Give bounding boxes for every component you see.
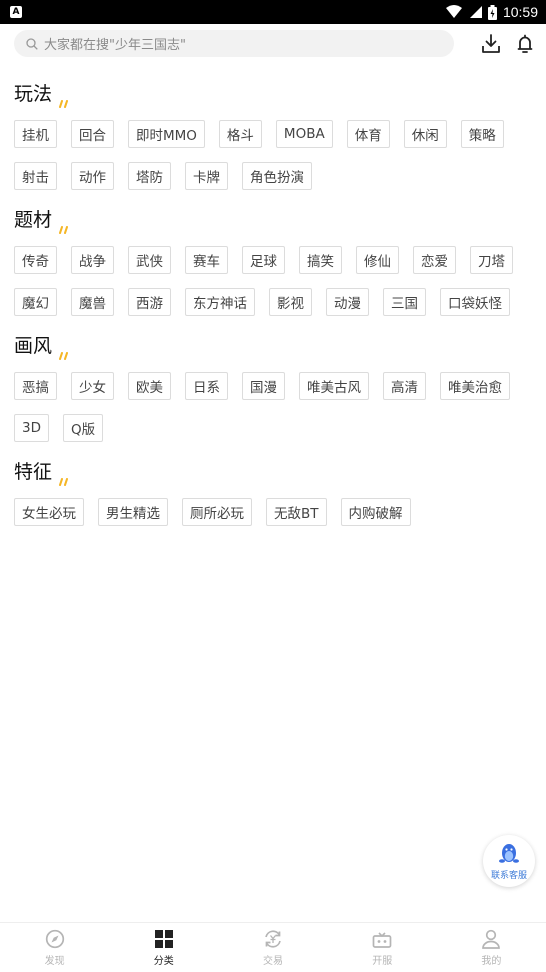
battery-icon bbox=[487, 4, 497, 20]
app-notification-icon: A bbox=[10, 6, 22, 18]
search-placeholder: 大家都在搜"少年三国志" bbox=[44, 38, 186, 53]
tag-for-girls[interactable]: 女生必玩 bbox=[14, 498, 84, 526]
tag-ancient-style[interactable]: 唯美古风 bbox=[299, 372, 369, 400]
tag-xiuxian[interactable]: 修仙 bbox=[356, 246, 399, 274]
tag-anime[interactable]: 动漫 bbox=[326, 288, 369, 316]
nav-server[interactable]: 开服 bbox=[328, 923, 437, 972]
tag-wuxia[interactable]: 武侠 bbox=[128, 246, 171, 274]
tag-strategy[interactable]: 策略 bbox=[460, 120, 504, 148]
nav-label: 发现 bbox=[44, 955, 65, 967]
tag-moba[interactable]: MOBA bbox=[275, 120, 333, 148]
tag-sports[interactable]: 体育 bbox=[346, 120, 390, 148]
nav-mine[interactable]: 我的 bbox=[437, 923, 546, 972]
section-title-text: 特征 bbox=[14, 461, 53, 483]
tag-3d[interactable]: 3D bbox=[14, 414, 49, 442]
category-content: 玩法 挂机 回合 即时MMO 格斗 MOBA 体育 休闲 策略 射击 动作 塔防… bbox=[0, 64, 546, 526]
tag-football[interactable]: 足球 bbox=[242, 246, 285, 274]
tag-racing[interactable]: 赛车 bbox=[185, 246, 228, 274]
accent-mark-icon bbox=[59, 100, 69, 108]
customer-service-label: 联系客服 bbox=[490, 871, 527, 881]
tag-list: 恶搞 少女 欧美 日系 国漫 唯美古风 高清 唯美治愈 3D Q版 bbox=[14, 372, 532, 442]
bell-icon[interactable] bbox=[513, 32, 537, 56]
tag-journey-west[interactable]: 西游 bbox=[128, 288, 171, 316]
tag-list: 女生必玩 男生精选 厕所必玩 无敌BT 内购破解 bbox=[14, 498, 532, 526]
tag-film[interactable]: 影视 bbox=[269, 288, 312, 316]
clock: 10:59 bbox=[502, 4, 538, 20]
accent-mark-icon bbox=[59, 478, 69, 486]
tag-pocket-monster[interactable]: 口袋妖怪 bbox=[440, 288, 510, 316]
tag-toilet[interactable]: 厕所必玩 bbox=[182, 498, 252, 526]
tag-fantasy[interactable]: 魔幻 bbox=[14, 288, 57, 316]
accent-mark-icon bbox=[59, 226, 69, 234]
section-title: 玩法 bbox=[14, 64, 532, 120]
tag-action[interactable]: 动作 bbox=[71, 162, 114, 190]
section-gameplay: 玩法 挂机 回合 即时MMO 格斗 MOBA 体育 休闲 策略 射击 动作 塔防… bbox=[0, 64, 546, 190]
section-title: 题材 bbox=[14, 190, 532, 246]
tag-for-boys[interactable]: 男生精选 bbox=[98, 498, 168, 526]
tag-hd[interactable]: 高清 bbox=[383, 372, 426, 400]
tag-dota[interactable]: 刀塔 bbox=[470, 246, 513, 274]
section-title: 画风 bbox=[14, 316, 532, 372]
tag-huihe[interactable]: 回合 bbox=[71, 120, 114, 148]
section-art-style: 画风 恶搞 少女 欧美 日系 国漫 唯美古风 高清 唯美治愈 3D Q版 bbox=[0, 316, 546, 442]
nav-category[interactable]: 分类 bbox=[109, 923, 218, 972]
bottom-nav: 发现 分类 交易 开服 我的 bbox=[0, 922, 546, 972]
tag-iap-cracked[interactable]: 内购破解 bbox=[340, 498, 411, 526]
section-theme: 题材 传奇 战争 武侠 赛车 足球 搞笑 修仙 恋爱 刀塔 魔幻 魔兽 西游 东… bbox=[0, 190, 546, 316]
qq-penguin-icon bbox=[499, 844, 519, 863]
nav-trade[interactable]: 交易 bbox=[218, 923, 327, 972]
tag-eastern-myth[interactable]: 东方神话 bbox=[185, 288, 255, 316]
section-title-text: 题材 bbox=[14, 209, 53, 231]
search-icon bbox=[26, 37, 38, 50]
nav-label: 我的 bbox=[481, 955, 502, 967]
tag-warcraft[interactable]: 魔兽 bbox=[71, 288, 114, 316]
tag-chinese-comic[interactable]: 国漫 bbox=[242, 372, 285, 400]
nav-label: 分类 bbox=[153, 955, 174, 967]
tag-casual[interactable]: 休闲 bbox=[403, 120, 447, 148]
tag-guaji[interactable]: 挂机 bbox=[14, 120, 57, 148]
nav-label: 开服 bbox=[372, 955, 393, 967]
tag-invincible-bt[interactable]: 无敌BT bbox=[266, 498, 327, 526]
nav-discover[interactable]: 发现 bbox=[0, 923, 109, 972]
exchange-icon bbox=[265, 929, 281, 948]
tag-list: 挂机 回合 即时MMO 格斗 MOBA 体育 休闲 策略 射击 动作 塔防 卡牌… bbox=[14, 120, 532, 190]
tag-list: 传奇 战争 武侠 赛车 足球 搞笑 修仙 恋爱 刀塔 魔幻 魔兽 西游 东方神话… bbox=[14, 246, 532, 316]
tag-western[interactable]: 欧美 bbox=[128, 372, 171, 400]
tag-shooting[interactable]: 射击 bbox=[14, 162, 57, 190]
compass-icon bbox=[45, 929, 64, 948]
tag-romance[interactable]: 恋爱 bbox=[413, 246, 456, 274]
section-title: 特征 bbox=[14, 442, 532, 498]
tag-girl[interactable]: 少女 bbox=[71, 372, 114, 400]
customer-service-button[interactable]: 联系客服 bbox=[483, 835, 535, 887]
user-icon bbox=[482, 929, 501, 949]
tag-tower-defense[interactable]: 塔防 bbox=[128, 162, 171, 190]
search-bar[interactable]: 大家都在搜"少年三国志" bbox=[14, 30, 454, 57]
tag-rpg[interactable]: 角色扮演 bbox=[242, 162, 312, 190]
tag-spoof[interactable]: 恶搞 bbox=[14, 372, 57, 400]
section-title-text: 玩法 bbox=[14, 83, 53, 105]
tag-war[interactable]: 战争 bbox=[71, 246, 114, 274]
tag-fighting[interactable]: 格斗 bbox=[218, 120, 262, 148]
accent-mark-icon bbox=[59, 352, 69, 360]
grid-icon bbox=[154, 929, 173, 948]
download-icon[interactable] bbox=[479, 32, 503, 56]
section-features: 特征 女生必玩 男生精选 厕所必玩 无敌BT 内购破解 bbox=[0, 442, 546, 526]
tag-funny[interactable]: 搞笑 bbox=[299, 246, 342, 274]
signal-icon bbox=[469, 6, 482, 18]
nav-label: 交易 bbox=[263, 955, 283, 967]
tag-legend[interactable]: 传奇 bbox=[14, 246, 57, 274]
status-bar: A 10:59 bbox=[0, 0, 546, 24]
tag-three-kingdoms[interactable]: 三国 bbox=[383, 288, 426, 316]
tag-card[interactable]: 卡牌 bbox=[185, 162, 228, 190]
tag-chibi[interactable]: Q版 bbox=[62, 414, 104, 442]
tag-realtime-mmo[interactable]: 即时MMO bbox=[128, 120, 205, 148]
tag-healing[interactable]: 唯美治愈 bbox=[440, 372, 510, 400]
wifi-icon bbox=[445, 5, 462, 18]
tag-japanese[interactable]: 日系 bbox=[185, 372, 228, 400]
server-icon bbox=[372, 931, 392, 948]
top-bar: 大家都在搜"少年三国志" bbox=[0, 24, 546, 64]
section-title-text: 画风 bbox=[14, 335, 53, 357]
